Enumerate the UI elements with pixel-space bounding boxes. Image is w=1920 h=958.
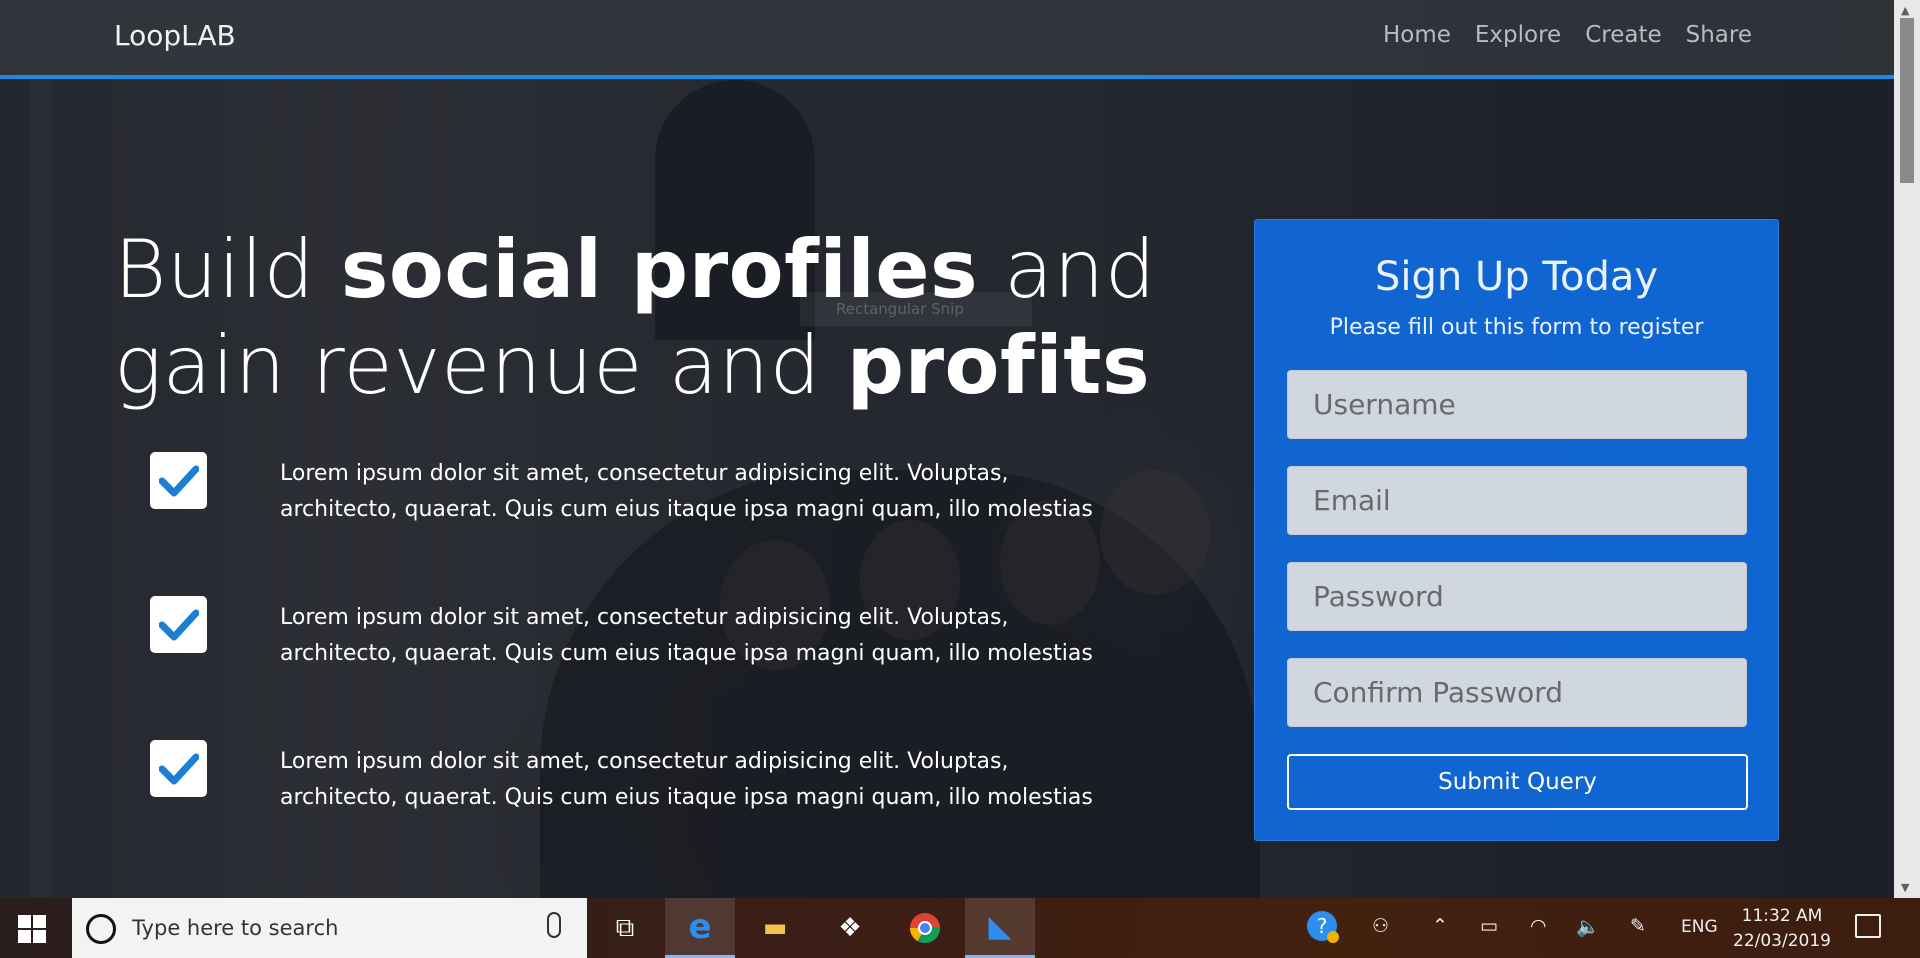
help-icon[interactable]: ? [1306,910,1340,949]
taskbar-clock[interactable]: 11:32 AM 22/03/2019 [1733,904,1831,954]
search-placeholder: Type here to search [132,916,339,940]
username-input[interactable] [1287,370,1747,439]
page-scrollbar[interactable]: ▲ ▼ [1894,0,1920,898]
signup-subtitle: Please fill out this form to register [1329,315,1704,340]
dropbox-icon[interactable]: ❖ [815,898,885,958]
edge-icon[interactable]: e [665,898,735,958]
nav-share[interactable]: Share [1686,22,1752,48]
feature-item: Lorem ipsum dolor sit amet, consectetur … [150,740,1110,820]
cortana-icon[interactable] [86,914,116,944]
language-indicator[interactable]: ENG [1681,917,1718,937]
scroll-down-icon[interactable]: ▼ [1901,881,1909,894]
nav-explore[interactable]: Explore [1475,22,1561,48]
scroll-thumb[interactable] [1900,18,1914,183]
chrome-icon[interactable] [890,898,960,958]
brand-logo[interactable]: LoopLAB [114,19,236,52]
windows-taskbar: Type here to search ⧉ e ▬ ❖ ◣ ? ⚇ ⌃ ▭ ◠ … [0,898,1920,958]
checkmark-icon [150,740,207,797]
nav-create[interactable]: Create [1585,22,1661,48]
action-center-icon[interactable] [1855,914,1881,938]
taskbar-search[interactable]: Type here to search [72,898,587,958]
vscode-icon[interactable]: ◣ [965,898,1035,958]
battery-icon[interactable]: ▭ [1480,915,1498,937]
task-view-icon[interactable]: ⧉ [590,898,660,958]
confirm-password-input[interactable] [1287,658,1747,727]
feature-text: Lorem ipsum dolor sit amet, consectetur … [280,461,1093,522]
windows-start-icon[interactable] [18,915,46,943]
nav-home[interactable]: Home [1383,22,1451,48]
email-input[interactable] [1287,466,1747,535]
volume-icon[interactable]: 🔈 [1576,915,1600,938]
feature-item: Lorem ipsum dolor sit amet, consectetur … [150,452,1110,532]
microphone-icon[interactable] [547,912,561,938]
headline-emphasis: profits [846,319,1151,412]
signup-title: Sign Up Today [1374,254,1659,300]
feature-text: Lorem ipsum dolor sit amet, consectetur … [280,605,1093,666]
nav-links: Home Explore Create Share [1383,22,1752,48]
wifi-icon[interactable]: ◠ [1530,915,1547,937]
file-explorer-icon[interactable]: ▬ [740,898,810,958]
password-input[interactable] [1287,562,1747,631]
clock-time: 11:32 AM [1741,906,1823,926]
clock-date: 22/03/2019 [1733,931,1831,951]
navbar: LoopLAB Home Explore Create Share [0,0,1894,79]
signup-card: Sign Up Today Please fill out this form … [1254,219,1779,841]
headline-emphasis: social profiles [340,223,979,316]
people-icon[interactable]: ⚇ [1372,915,1389,937]
feature-item: Lorem ipsum dolor sit amet, consectetur … [150,596,1110,676]
submit-button[interactable]: Submit Query [1287,754,1748,810]
pen-icon[interactable]: ✎ [1630,915,1646,937]
svg-text:?: ? [1317,914,1328,938]
checkmark-icon [150,452,207,509]
feature-text: Lorem ipsum dolor sit amet, consectetur … [280,749,1093,810]
show-hidden-icons-icon[interactable]: ⌃ [1432,915,1448,937]
checkmark-icon [150,596,207,653]
scroll-up-icon[interactable]: ▲ [1901,4,1909,17]
headline-part: Build [114,223,341,316]
hero-headline: Build social profiles and gain revenue a… [114,222,1174,414]
